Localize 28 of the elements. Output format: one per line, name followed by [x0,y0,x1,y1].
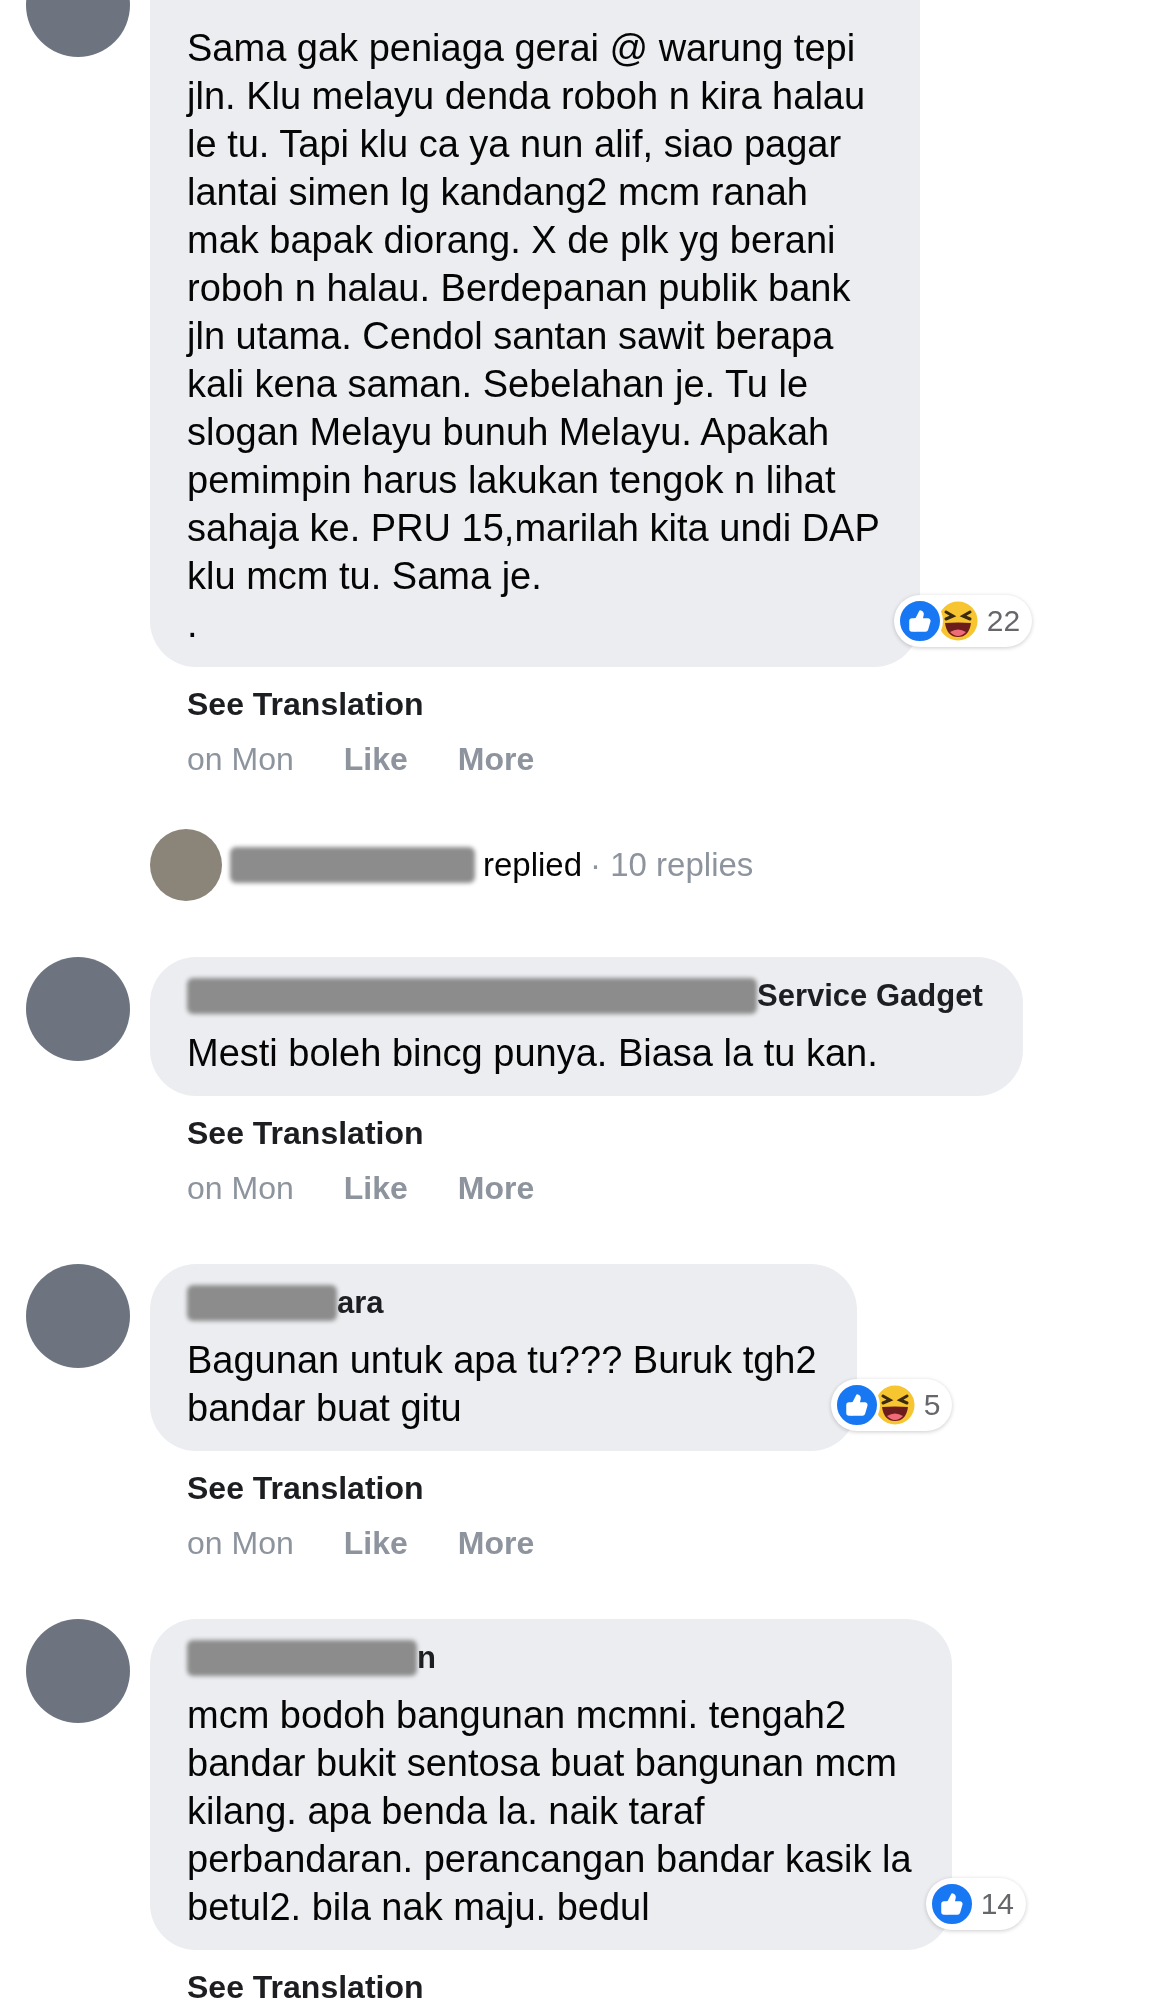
see-translation-link[interactable]: See Translation [187,1113,424,1153]
comment-action-link[interactable]: More [457,1523,535,1563]
commenter-name[interactable]: n [417,1638,436,1678]
comment-time: on Mon [187,1524,294,1563]
comment-text: Mesti boleh bincg punya. Biasa la tu kan. [187,1031,879,1076]
commenter-name[interactable]: ara [337,1283,384,1323]
replies-count-link[interactable]: · 10 replies [590,845,754,885]
reaction-count-pill[interactable]: 14 [925,1878,1026,1930]
comment-time: on Mon [187,740,294,779]
reaction-count-pill[interactable]: 22 [893,595,1033,647]
see-translation-link[interactable]: See Translation [187,1967,424,2003]
comment-action-link[interactable]: Like [343,1523,408,1563]
reaction-count-pill[interactable]: 5 [830,1379,953,1431]
comment-text: Sama gak peniaga gerai @ warung tepi jln. Klu melayu denda roboh n kira halau le tu. Tapi klu ca ya nun alif, siao pagar lantai simen lg kandang2 mcm ranah mak bapak diorang. X de plk yg berani roboh n halau. Berdepanan publik bank jln utama. Cendol santan sawit berapa kali kena saman. Sebelahan je. Tu le slogan Melayu bunuh Melayu. Apakah pemimpin harus lakukan tengok n lihat sahaja ke. PRU 15,marilah kita undi DAP klu mcm tu. Sama je. . [187,26,880,647]
comment-action-link[interactable]: Like [343,739,408,779]
commenter-name[interactable]: Service Gadget [757,976,983,1016]
see-translation-link[interactable]: See Translation [187,1468,424,1508]
comment-action-link[interactable]: Like [343,1168,408,1208]
reaction-count: 14 [980,1886,1014,1922]
comment-text: mcm bodoh bangunan mcmni. tengah2 bandar bukit sentosa buat bangunan mcm kilang. apa benda la. naik taraf perbandaran. perancangan bandar kasik la betul2. bila nak maju. bedul [187,1693,912,1930]
comment-text: Bagunan untuk apa tu??? Buruk tgh2 bandar buat gitu [187,1338,817,1431]
see-translation-link[interactable]: See Translation [187,684,424,724]
replied-label[interactable]: replied [483,845,583,885]
reaction-count: 5 [923,1387,941,1423]
comment-action-link[interactable]: More [457,1168,535,1208]
comment-action-link[interactable]: More [457,739,535,779]
comment-time: on Mon [187,1169,294,1208]
reaction-count: 22 [986,603,1021,639]
